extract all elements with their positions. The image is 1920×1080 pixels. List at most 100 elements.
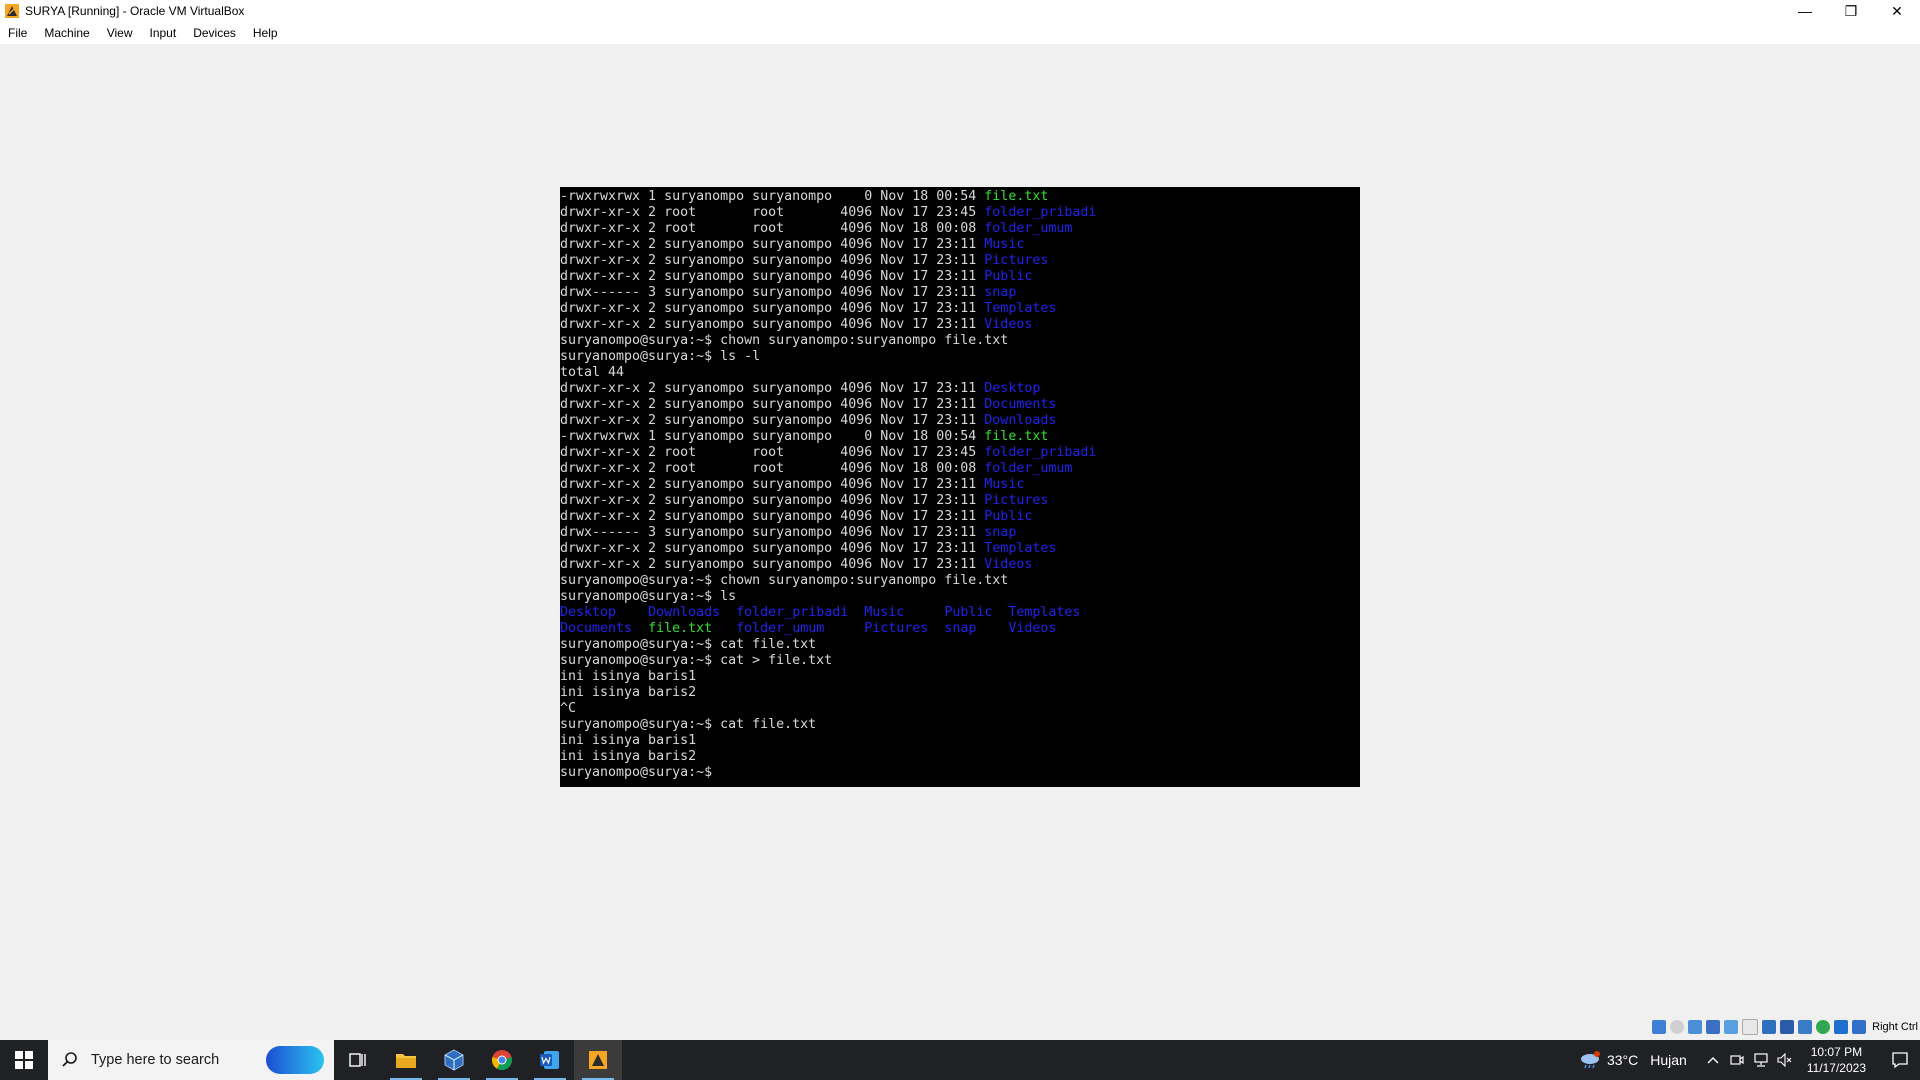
virtualbox-app-icon: [4, 3, 20, 19]
directory-name: folder_pribadi: [984, 445, 1097, 460]
audio-icon[interactable]: [1688, 1020, 1703, 1034]
weather-widget[interactable]: 33°C Hujan: [1579, 1051, 1687, 1069]
vm-console-screen[interactable]: -rwxrwxrwx 1 suryanompo suryanompo 0 Nov…: [560, 187, 1360, 787]
directory-name: Templates: [984, 541, 1057, 556]
terminal-text: ini isinya baris2: [560, 749, 697, 764]
hard-disk-icon[interactable]: [1652, 1020, 1667, 1034]
menu-view[interactable]: View: [101, 26, 139, 40]
terminal-text: drwxr-xr-x 2 suryanompo suryanompo 4096 …: [560, 301, 985, 316]
clock-date: 11/17/2023: [1806, 1061, 1866, 1075]
terminal-text: suryanompo@surya:~$ chown suryanompo:sur…: [560, 333, 1009, 348]
taskbar-chrome[interactable]: [478, 1040, 526, 1080]
terminal-line: drwxr-xr-x 2 suryanompo suryanompo 4096 …: [560, 541, 1096, 557]
weather-description: Hujan: [1650, 1052, 1687, 1068]
terminal-text: drwxr-xr-x 2 suryanompo suryanompo 4096 …: [560, 477, 985, 492]
window-title-bar[interactable]: SURYA [Running] - Oracle VM VirtualBox —…: [0, 0, 1920, 22]
host-key-label[interactable]: Right Ctrl: [1872, 1021, 1918, 1033]
directory-name: Templates: [984, 301, 1057, 316]
terminal-line: drwxr-xr-x 2 root root 4096 Nov 17 23:45…: [560, 205, 1096, 221]
taskbar-virtualbox-vm[interactable]: [574, 1040, 622, 1080]
usb-icon[interactable]: [1724, 1020, 1739, 1034]
network-icon[interactable]: [1706, 1020, 1721, 1034]
terminal-line: total 44: [560, 365, 1096, 381]
optical-disk-icon[interactable]: [1670, 1020, 1685, 1034]
terminal-line: drwxr-xr-x 2 suryanompo suryanompo 4096 …: [560, 557, 1096, 573]
close-button[interactable]: ✕: [1874, 0, 1920, 22]
clock-time: 10:07 PM: [1810, 1045, 1863, 1059]
directory-name: Pictures: [864, 621, 929, 636]
terminal-text: drwxr-xr-x 2 suryanompo suryanompo 4096 …: [560, 397, 985, 412]
minimize-button[interactable]: —: [1782, 0, 1828, 22]
task-view-button[interactable]: [334, 1040, 382, 1080]
taskbar-file-explorer[interactable]: [382, 1040, 430, 1080]
directory-name: Desktop: [560, 605, 617, 620]
guest-additions-icon[interactable]: [1816, 1020, 1831, 1034]
menu-input[interactable]: Input: [144, 26, 183, 40]
terminal-line: drwxr-xr-x 2 suryanompo suryanompo 4096 …: [560, 301, 1096, 317]
virtualbox-cube-icon: [444, 1049, 464, 1071]
terminal-line: Desktop Downloads folder_pribadi Music P…: [560, 605, 1096, 621]
video-capture-icon[interactable]: [1780, 1020, 1795, 1034]
meet-now-icon[interactable]: [1729, 1052, 1745, 1068]
directory-name: folder_pribadi: [736, 605, 849, 620]
terminal-line: ini isinya baris2: [560, 685, 1096, 701]
directory-name: Public: [984, 269, 1033, 284]
network-icon[interactable]: [1753, 1052, 1769, 1068]
volume-muted-icon[interactable]: [1777, 1052, 1793, 1068]
directory-name: snap: [984, 285, 1017, 300]
directory-name: Downloads: [648, 605, 721, 620]
directory-name: folder_pribadi: [984, 205, 1097, 220]
terminal-text: -rwxrwxrwx 1 suryanompo suryanompo 0 Nov…: [560, 189, 985, 204]
mouse-integration-icon[interactable]: [1834, 1020, 1849, 1034]
menu-bar: File Machine View Input Devices Help: [0, 22, 1920, 44]
windows-logo-icon: [15, 1051, 33, 1069]
menu-machine[interactable]: Machine: [38, 26, 95, 40]
terminal-line: drwxr-xr-x 2 suryanompo suryanompo 4096 …: [560, 317, 1096, 333]
terminal-line: suryanompo@surya:~$ cat file.txt: [560, 717, 1096, 733]
directory-name: snap: [984, 525, 1017, 540]
terminal-line: drwx------ 3 suryanompo suryanompo 4096 …: [560, 525, 1096, 541]
menu-help[interactable]: Help: [247, 26, 284, 40]
chevron-up-icon[interactable]: [1705, 1052, 1721, 1068]
menu-file[interactable]: File: [2, 26, 33, 40]
menu-devices[interactable]: Devices: [187, 26, 242, 40]
directory-name: Public: [984, 509, 1033, 524]
directory-name: Videos: [984, 557, 1033, 572]
directory-name: Downloads: [984, 413, 1057, 428]
terminal-text: drwxr-xr-x 2 root root 4096 Nov 18 00:08: [560, 221, 985, 236]
display-icon[interactable]: [1762, 1020, 1777, 1034]
cpu-icon[interactable]: [1798, 1020, 1813, 1034]
restore-button[interactable]: ❐: [1828, 0, 1874, 22]
terminal-line: drwxr-xr-x 2 suryanompo suryanompo 4096 …: [560, 381, 1096, 397]
rain-cloud-icon: [1580, 1051, 1600, 1069]
terminal-line: Documents file.txt folder_umum Pictures …: [560, 621, 1096, 637]
taskbar-clock[interactable]: 10:07 PM 11/17/2023: [1807, 1044, 1866, 1076]
terminal-text: suryanompo@surya:~$ chown suryanompo:sur…: [560, 573, 1009, 588]
weather-temperature: 33°C: [1606, 1052, 1639, 1068]
taskbar-word[interactable]: [526, 1040, 574, 1080]
folder-icon: [396, 1054, 416, 1068]
directory-name: Music: [864, 605, 905, 620]
terminal-line: drwxr-xr-x 2 suryanompo suryanompo 4096 …: [560, 509, 1096, 525]
terminal-text: suryanompo@surya:~$ cat > file.txt: [560, 653, 833, 668]
terminal-line: drwxr-xr-x 2 suryanompo suryanompo 4096 …: [560, 269, 1096, 285]
terminal-line: ^C: [560, 701, 1096, 717]
taskbar-search-box[interactable]: Type here to search: [48, 1040, 334, 1080]
directory-name: Documents: [984, 397, 1057, 412]
start-button[interactable]: [0, 1040, 48, 1080]
shared-folder-icon[interactable]: [1742, 1019, 1759, 1035]
directory-name: Music: [984, 237, 1025, 252]
notification-center-button[interactable]: [1880, 1040, 1920, 1080]
terminal-text: drwx------ 3 suryanompo suryanompo 4096 …: [560, 285, 985, 300]
directory-name: Videos: [1008, 621, 1057, 636]
keyboard-icon[interactable]: [1852, 1020, 1867, 1034]
taskbar-virtualbox[interactable]: [430, 1040, 478, 1080]
terminal-line: suryanompo@surya:~$ cat file.txt: [560, 637, 1096, 653]
search-placeholder: Type here to search: [91, 1052, 220, 1068]
terminal-line: drwxr-xr-x 2 suryanompo suryanompo 4096 …: [560, 253, 1096, 269]
